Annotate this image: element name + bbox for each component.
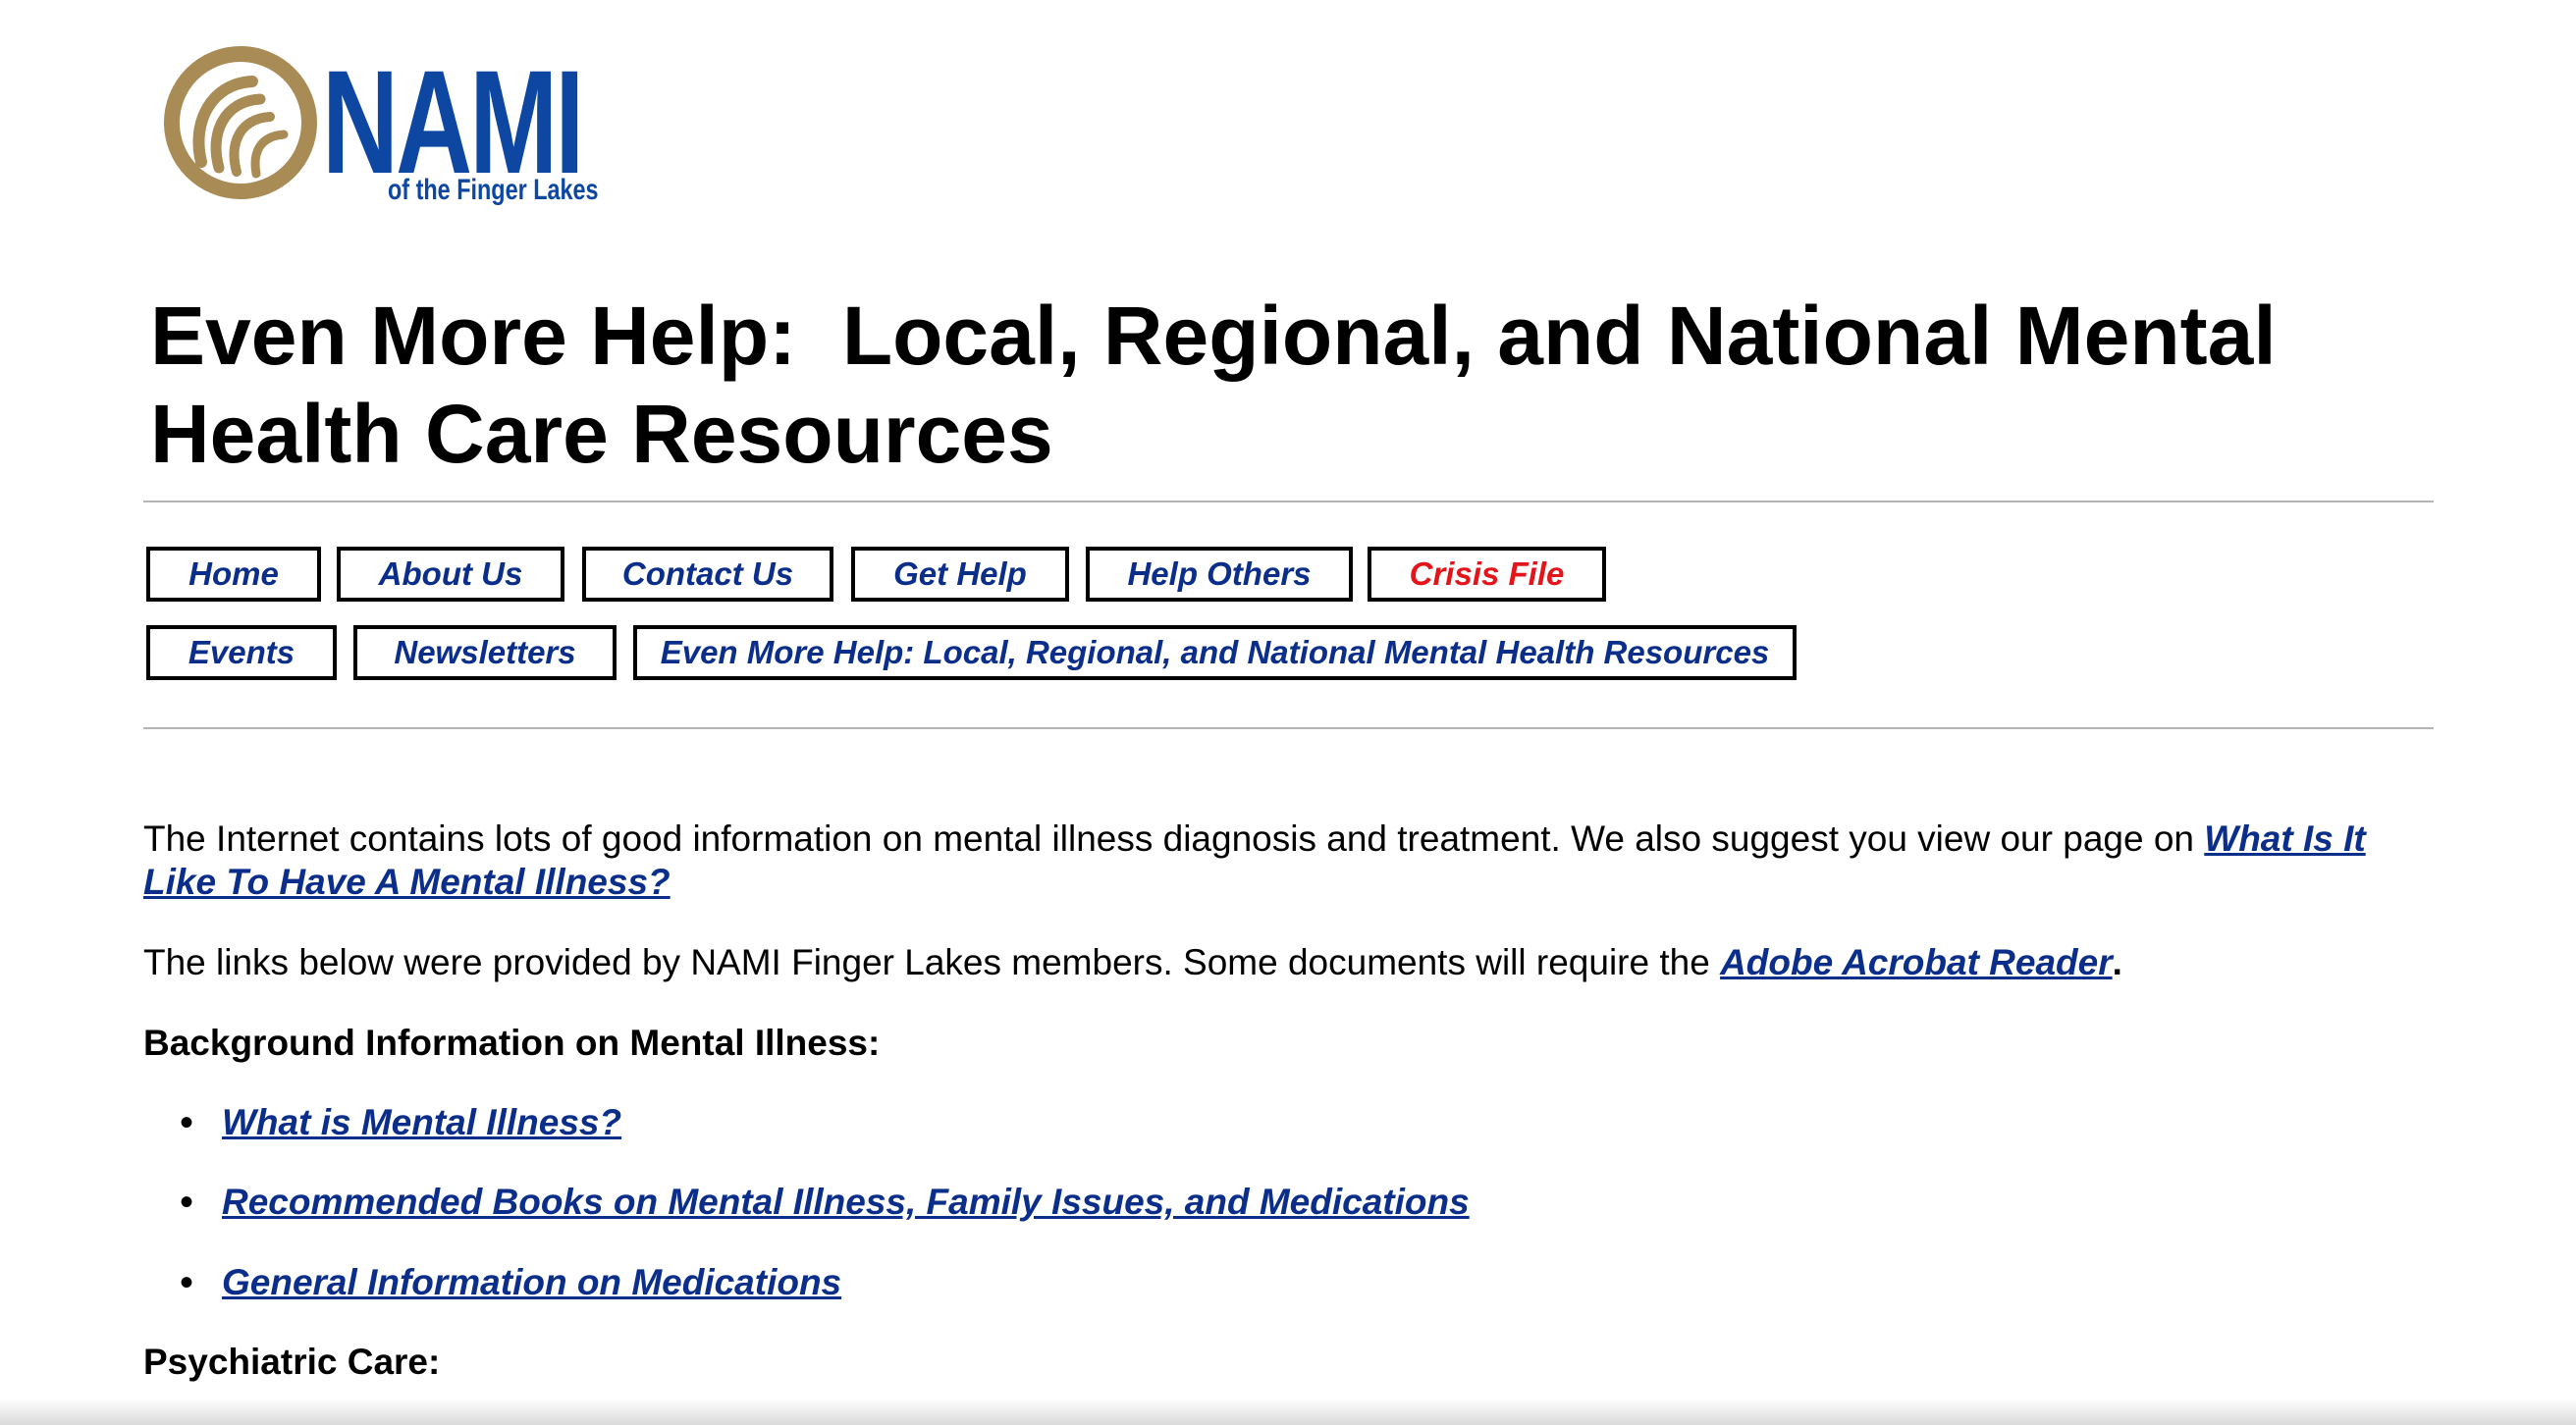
list-bullet: • xyxy=(180,1261,194,1304)
list-bullet: • xyxy=(180,1101,194,1144)
background-section-heading: Background Information on Mental Illness… xyxy=(143,1023,881,1063)
nav-home-button[interactable]: Home xyxy=(146,547,321,602)
general-medications-info-link[interactable]: General Information on Medications xyxy=(222,1261,841,1304)
nav-crisis-file-button[interactable]: Crisis File xyxy=(1368,547,1606,602)
list-bullet: • xyxy=(180,1181,194,1224)
nav-get-help-button[interactable]: Get Help xyxy=(851,547,1069,602)
page-title: Even More Help: Local, Regional, and Nat… xyxy=(150,290,2300,480)
nav-help-others-button[interactable]: Help Others xyxy=(1086,547,1353,602)
nav-contact-us-button[interactable]: Contact Us xyxy=(582,547,833,602)
nav-about-us-button[interactable]: About Us xyxy=(337,547,564,602)
recommended-books-link[interactable]: Recommended Books on Mental Illness, Fam… xyxy=(222,1181,1470,1224)
nami-logo[interactable]: NAMI of the Finger Lakes xyxy=(162,44,614,211)
nav-even-more-help-button[interactable]: Even More Help: Local, Regional, and Nat… xyxy=(633,625,1797,680)
links-note-suffix: . xyxy=(2112,942,2122,982)
nav-newsletters-button[interactable]: Newsletters xyxy=(353,625,617,680)
nav-divider xyxy=(143,727,2434,729)
adobe-acrobat-reader-link[interactable]: Adobe Acrobat Reader xyxy=(1720,942,2113,982)
intro-text: The Internet contains lots of good infor… xyxy=(143,818,2205,859)
logo-subtitle: of the Finger Lakes xyxy=(388,174,599,206)
window-bottom-edge xyxy=(0,1399,2576,1425)
nav-events-button[interactable]: Events xyxy=(146,625,337,680)
top-divider xyxy=(143,501,2434,502)
what-is-mental-illness-link[interactable]: What is Mental Illness? xyxy=(222,1101,621,1144)
links-note-paragraph: The links below were provided by NAMI Fi… xyxy=(143,941,2441,984)
nami-swirl-logo-icon xyxy=(164,46,317,199)
links-note-text: The links below were provided by NAMI Fi… xyxy=(143,942,1721,982)
intro-paragraph: The Internet contains lots of good infor… xyxy=(143,818,2441,904)
psychiatric-care-heading: Psychiatric Care: xyxy=(143,1342,441,1382)
